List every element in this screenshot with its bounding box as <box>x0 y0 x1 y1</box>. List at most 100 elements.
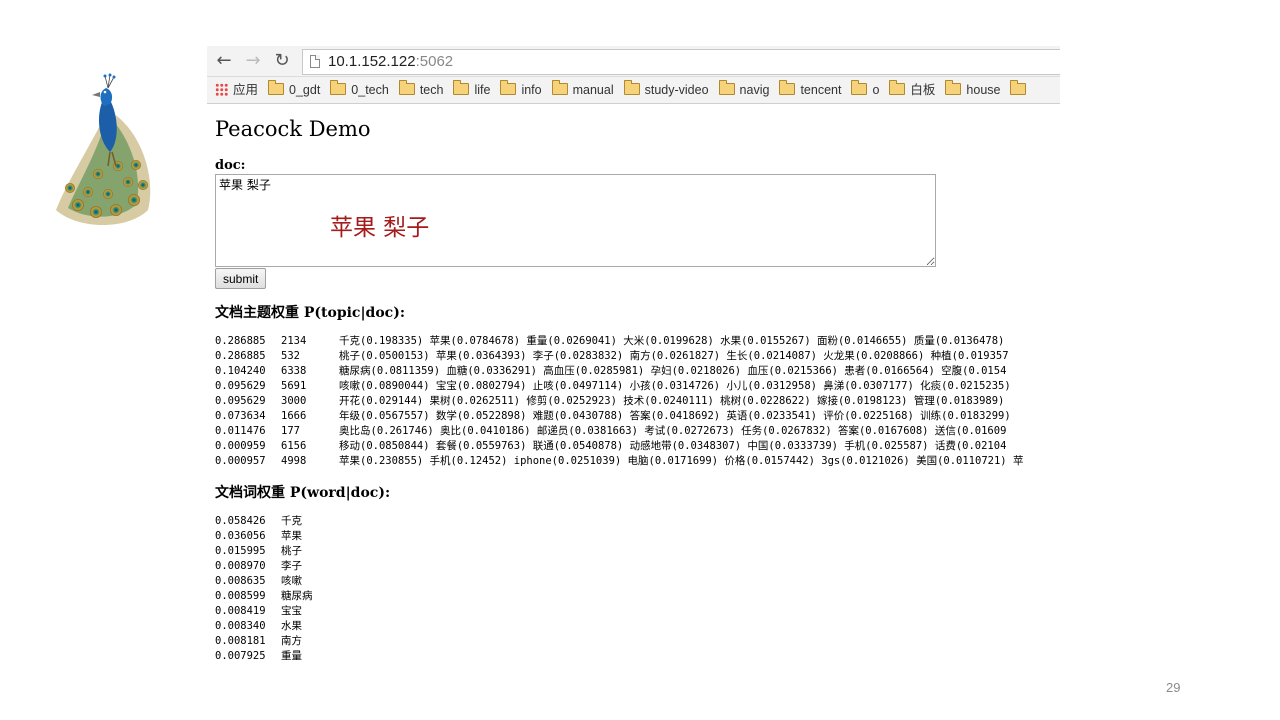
word-text: 桃子 <box>281 545 302 557</box>
bookmark-label: tech <box>419 83 444 97</box>
topic-row: 0.011476 177 奥比岛(0.261746) 奥比(0.0410186) 邮… <box>215 424 1060 439</box>
forward-arrow-icon[interactable]: → <box>242 50 264 72</box>
topic-weight-list: 0.286885 2134 千克(0.198335) 苹果(0.0784678) 重… <box>215 334 1060 469</box>
word-text: 咳嗽 <box>281 575 302 587</box>
word-weight: 0.015995 <box>215 545 266 557</box>
bookmark-label: 白板 <box>910 83 936 97</box>
topic-row: 0.000957 4998 苹果(0.230855) 手机(0.12452) iph… <box>215 454 1060 469</box>
back-arrow-icon[interactable]: ← <box>213 50 235 72</box>
folder-icon <box>398 80 415 95</box>
bookmark-item[interactable]: tencent <box>779 77 841 103</box>
topic-weight: 0.000959 <box>215 440 266 452</box>
word-row: 0.036056 苹果 <box>215 529 1060 544</box>
bookmark-label: o <box>872 83 880 97</box>
word-row: 0.058426 千克 <box>215 514 1060 529</box>
folder-icon <box>268 80 285 95</box>
browser-toolbar: ← → ↻ 10.1.152.122:5062 <box>207 46 1060 77</box>
topic-row: 0.073634 1666 年级(0.0567557) 数学(0.0522898) … <box>215 409 1060 424</box>
bookmark-label: study-video <box>644 83 709 97</box>
bookmark-label: 0_tech <box>351 83 389 97</box>
doc-input[interactable] <box>215 174 936 267</box>
browser-window: ← → ↻ 10.1.152.122:5062 应用 0_gdt 0_tech tec… <box>207 46 1060 676</box>
word-weight-heading: 文档词权重 P(word|doc): <box>215 485 391 501</box>
bookmark-label: info <box>521 83 542 97</box>
bookmark-item[interactable]: manual <box>551 77 614 103</box>
topic-row: 0.000959 6156 移动(0.0850844) 套餐(0.0559763) … <box>215 439 1060 454</box>
bookmark-item[interactable]: navig <box>718 77 770 103</box>
topic-id: 1666 <box>281 410 307 422</box>
bookmark-item[interactable]: o <box>851 77 879 103</box>
topic-row: 0.095629 3000 开花(0.029144) 果树(0.0262511) 修… <box>215 394 1060 409</box>
word-row: 0.008970 李子 <box>215 559 1060 574</box>
page-content: Peacock Demo doc: submit 文档主题权重 P(topic|… <box>207 116 1060 664</box>
folder-icon <box>623 80 640 95</box>
bookmark-label: 0_gdt <box>289 83 321 97</box>
word-text: 南方 <box>281 635 302 647</box>
topic-id: 532 <box>281 350 300 362</box>
folder-icon <box>551 80 568 95</box>
topic-words: 千克(0.198335) 苹果(0.0784678) 重量(0.0269041)… <box>339 335 1005 347</box>
overlay-annotation: 苹果 梨子 <box>330 215 430 241</box>
bookmarks-bar: 应用 0_gdt 0_tech tech life info manual study-vid… <box>207 77 1060 104</box>
bookmark-item[interactable]: 0_tech <box>330 77 389 103</box>
bookmark-label: life <box>474 83 491 97</box>
bookmark-item[interactable]: life <box>453 77 490 103</box>
topic-words: 奥比岛(0.261746) 奥比(0.0410186) 邮递员(0.038166… <box>339 425 1007 437</box>
word-row: 0.008635 咳嗽 <box>215 574 1060 589</box>
folder-icon <box>1010 80 1027 95</box>
bookmark-item[interactable]: 白板 <box>889 77 935 103</box>
bookmark-item[interactable]: 应用 <box>215 77 258 103</box>
page-icon <box>310 55 320 68</box>
bookmark-item[interactable]: 0_gdt <box>268 77 320 103</box>
word-weight-list: 0.058426 千克 0.036056 苹果 0.015995 桃子 0.008970 李子… <box>215 514 1060 664</box>
word-row: 0.015995 桃子 <box>215 544 1060 559</box>
folder-icon <box>500 80 517 95</box>
word-text: 糖尿病 <box>281 590 313 602</box>
folder-icon <box>779 80 796 95</box>
topic-row: 0.104240 6338 糖尿病(0.0811359) 血糖(0.0336291)… <box>215 364 1060 379</box>
topic-id: 6338 <box>281 365 307 377</box>
topic-words: 移动(0.0850844) 套餐(0.0559763) 联通(0.0540878… <box>339 440 1007 452</box>
reload-icon[interactable]: ↻ <box>271 50 293 72</box>
page-title: Peacock Demo <box>215 117 371 141</box>
word-weight: 0.008635 <box>215 575 266 587</box>
word-weight: 0.008599 <box>215 590 266 602</box>
folder-icon <box>453 80 470 95</box>
bookmark-item[interactable]: info <box>500 77 542 103</box>
topic-weight: 0.286885 <box>215 350 266 362</box>
topic-weight: 0.073634 <box>215 410 266 422</box>
topic-id: 6156 <box>281 440 307 452</box>
word-text: 苹果 <box>281 530 302 542</box>
topic-id: 2134 <box>281 335 307 347</box>
topic-weight: 0.000957 <box>215 455 266 467</box>
word-weight: 0.008340 <box>215 620 266 632</box>
word-weight: 0.036056 <box>215 530 266 542</box>
bookmark-item[interactable] <box>1010 77 1031 103</box>
folder-icon <box>945 80 962 95</box>
apps-grid-icon <box>215 83 228 96</box>
bookmark-item[interactable]: tech <box>398 77 444 103</box>
word-text: 宝宝 <box>281 605 302 617</box>
peacock-illustration <box>56 73 151 225</box>
bookmark-item[interactable]: study-video <box>623 77 709 103</box>
word-weight: 0.058426 <box>215 515 266 527</box>
topic-words: 咳嗽(0.0890044) 宝宝(0.0802794) 止咳(0.0497114… <box>339 380 1011 392</box>
address-bar[interactable]: 10.1.152.122:5062 <box>302 49 1060 75</box>
bookmark-item[interactable]: house <box>945 77 1000 103</box>
folder-icon <box>718 80 735 95</box>
topic-weight: 0.104240 <box>215 365 266 377</box>
topic-row: 0.286885 532 桃子(0.0500153) 苹果(0.0364393) 李… <box>215 349 1060 364</box>
url-port: :5062 <box>415 53 454 70</box>
bookmark-label: manual <box>572 83 614 97</box>
topic-words: 苹果(0.230855) 手机(0.12452) iphone(0.025103… <box>339 455 1024 467</box>
topic-id: 4998 <box>281 455 307 467</box>
word-weight: 0.008181 <box>215 635 266 647</box>
topic-words: 开花(0.029144) 果树(0.0262511) 修剪(0.0252923)… <box>339 395 1005 407</box>
bookmark-label: navig <box>739 83 770 97</box>
submit-button[interactable]: submit <box>215 268 267 289</box>
topic-weight-heading: 文档主题权重 P(topic|doc): <box>215 305 405 321</box>
topic-words: 年级(0.0567557) 数学(0.0522898) 难题(0.0430788… <box>339 410 1011 422</box>
folder-icon <box>851 80 868 95</box>
word-text: 重量 <box>281 650 302 662</box>
word-row: 0.008419 宝宝 <box>215 604 1060 619</box>
